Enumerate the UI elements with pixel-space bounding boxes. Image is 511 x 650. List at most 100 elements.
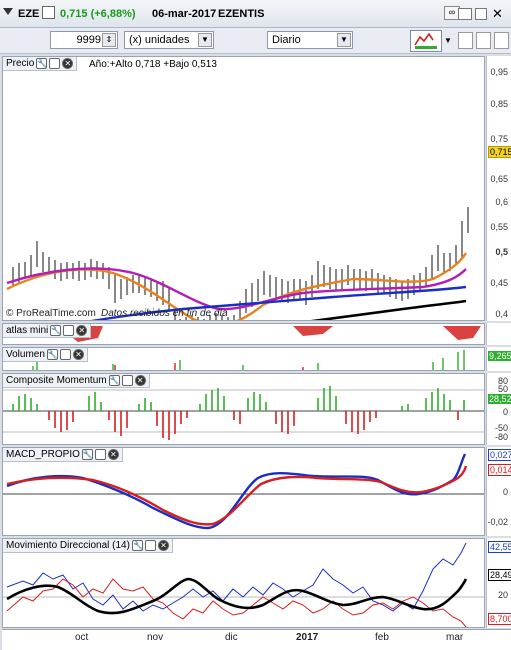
price-panel-header: Precio 🔧 ✕	[3, 57, 78, 71]
dmi-tick: 20	[497, 590, 508, 600]
tool-icon[interactable]	[458, 32, 473, 49]
volume-panel-header: Volumen 🔧 ✕	[3, 348, 88, 362]
units-input[interactable]: 9999 ⇕	[50, 31, 118, 49]
close-icon[interactable]: ✕	[62, 58, 74, 69]
units-label: (x) unidades	[129, 34, 190, 46]
momentum-tick: 0	[502, 407, 508, 417]
macd-axis: 0,027 0,014 0 -0,02	[486, 447, 511, 536]
window-icon[interactable]	[94, 449, 106, 460]
volume-tag: 9,265	[488, 351, 511, 361]
last-price-tag: 0,715	[488, 146, 511, 158]
x-axis-label: 2017	[296, 632, 319, 643]
price-tick: 0,6	[495, 197, 508, 207]
symbol-dropdown-icon[interactable]	[3, 8, 13, 18]
momentum-tick: 50	[497, 384, 508, 394]
maximize-icon[interactable]	[475, 8, 487, 20]
close-icon[interactable]: ✕	[72, 349, 84, 360]
price-panel[interactable]: Precio 🔧 ✕ Año:+Alto 0,718 +Bajo 0,513 ©…	[2, 56, 485, 321]
watermark-note: Datos recibidos en fin de día	[101, 308, 228, 319]
close-icon[interactable]: ✕	[134, 375, 146, 386]
dmi-panel-title: Movimiento Direccional (14)	[6, 540, 130, 551]
units-select[interactable]: (x) unidades ▼	[124, 31, 214, 49]
window-icon[interactable]	[63, 325, 75, 336]
momentum-tag: 28,52	[488, 394, 511, 404]
dmi-panel-header: Movimiento Direccional (14) 🔧 ✕	[3, 539, 173, 553]
chevron-down-icon[interactable]: ▼	[337, 33, 351, 47]
x-axis-label: dic	[225, 632, 238, 643]
symbol-label[interactable]: EZE	[18, 8, 39, 20]
x-axis-label: oct	[75, 632, 89, 643]
year-high-low: Año:+Alto 0,718 +Bajo 0,513	[89, 59, 217, 70]
momentum-panel[interactable]: Composite Momentum 🔧 ✕	[2, 373, 485, 445]
window-icon[interactable]	[144, 540, 156, 551]
price-tick: 0,55	[490, 222, 508, 232]
dmi-blue-tag: 42,55	[488, 541, 511, 553]
options-icon[interactable]	[458, 8, 472, 20]
atlas-panel-header: atlas mini 🔧 ✕	[3, 324, 92, 338]
momentum-panel-title: Composite Momentum	[6, 375, 107, 386]
close-icon[interactable]: ✕	[107, 449, 119, 460]
atlas-panel[interactable]: atlas mini 🔧 ✕	[2, 323, 485, 345]
close-icon[interactable]: ✕	[492, 6, 503, 22]
chart-type-icon[interactable]	[410, 30, 442, 52]
price-chart	[6, 207, 469, 320]
wrench-icon[interactable]: 🔧	[131, 540, 143, 551]
x-axis-label: feb	[375, 632, 389, 643]
price-tick: 0,65	[490, 174, 508, 184]
wrench-icon[interactable]: 🔧	[50, 325, 62, 336]
dmi-panel[interactable]: Movimiento Direccional (14) 🔧 ✕	[2, 538, 485, 628]
dmi-axis: 42,55 28,49 20 8,700	[486, 538, 511, 628]
signal-line	[6, 465, 468, 526]
macd-panel[interactable]: MACD_PROPIO 🔧 ✕	[2, 447, 485, 536]
di-minus-line	[6, 578, 467, 627]
momentum-panel-header: Composite Momentum 🔧 ✕	[3, 374, 150, 388]
price-tick: 0,95	[490, 67, 508, 77]
watermark: © ProRealTime.com	[6, 308, 96, 319]
price-tick: 0,75	[490, 134, 508, 144]
macd-blue-tag: 0,027	[488, 449, 511, 461]
symbol-menu-icon[interactable]	[42, 6, 55, 19]
spin-icon[interactable]: ⇕	[102, 33, 116, 47]
price-panel-title: Precio	[6, 58, 35, 69]
title-bar: EZE 0,715 (+6,88%) 06-mar-2017 EZENTIS ∞…	[0, 0, 511, 28]
instrument-name: EZENTIS	[218, 8, 265, 20]
chevron-down-icon[interactable]: ▼	[198, 33, 212, 47]
wrench-icon[interactable]: 🔧	[81, 449, 93, 460]
window-icon[interactable]	[49, 58, 61, 69]
toolbar: 9999 ⇕ (x) unidades ▼ Diario ▼ ▼	[0, 28, 511, 54]
adx-tag: 28,49	[488, 569, 511, 581]
close-icon[interactable]: ✕	[76, 325, 88, 336]
period-label: Diario	[272, 34, 301, 46]
price-tick: 0,45	[490, 278, 508, 288]
macd-tick: -0,02	[487, 517, 508, 527]
macd-line	[6, 453, 467, 530]
window-icon[interactable]	[59, 349, 71, 360]
quote-date: 06-mar-2017	[152, 8, 217, 20]
x-axis-label: nov	[147, 632, 164, 643]
tool-icon[interactable]	[476, 32, 491, 49]
price-tick: 0,4	[495, 309, 508, 319]
atlas-axis	[486, 323, 511, 345]
momentum-axis: 80 50 0 -50 -80 28,52	[486, 373, 511, 445]
volume-axis: 9,265	[486, 347, 511, 371]
wrench-icon[interactable]: 🔧	[46, 349, 58, 360]
x-axis-label: mar	[446, 632, 464, 643]
units-value: 9999	[76, 34, 101, 46]
tool-icon[interactable]	[494, 32, 509, 49]
wrench-icon[interactable]: 🔧	[36, 58, 48, 69]
volume-panel[interactable]: Volumen 🔧 ✕	[2, 347, 485, 371]
volume-panel-title: Volumen	[6, 349, 45, 360]
ma-purple-line	[6, 267, 467, 311]
prorealtime-window: EZE 0,715 (+6,88%) 06-mar-2017 EZENTIS ∞…	[0, 0, 511, 650]
window-icon[interactable]	[121, 375, 133, 386]
close-icon[interactable]: ✕	[157, 540, 169, 551]
macd-panel-header: MACD_PROPIO 🔧 ✕	[3, 448, 123, 462]
dmi-red-tag: 8,700	[488, 613, 511, 625]
wrench-icon[interactable]: 🔧	[108, 375, 120, 386]
price-axis: 0,95 0,85 0,75 0,65 0,6 0,55 0,5 0,45 0,…	[486, 56, 511, 321]
macd-panel-title: MACD_PROPIO	[6, 449, 80, 460]
period-select[interactable]: Diario ▼	[267, 31, 353, 49]
chevron-down-icon[interactable]: ▼	[444, 36, 452, 45]
price-tick: 0,5	[495, 247, 508, 257]
price-tick: 0,85	[490, 99, 508, 109]
